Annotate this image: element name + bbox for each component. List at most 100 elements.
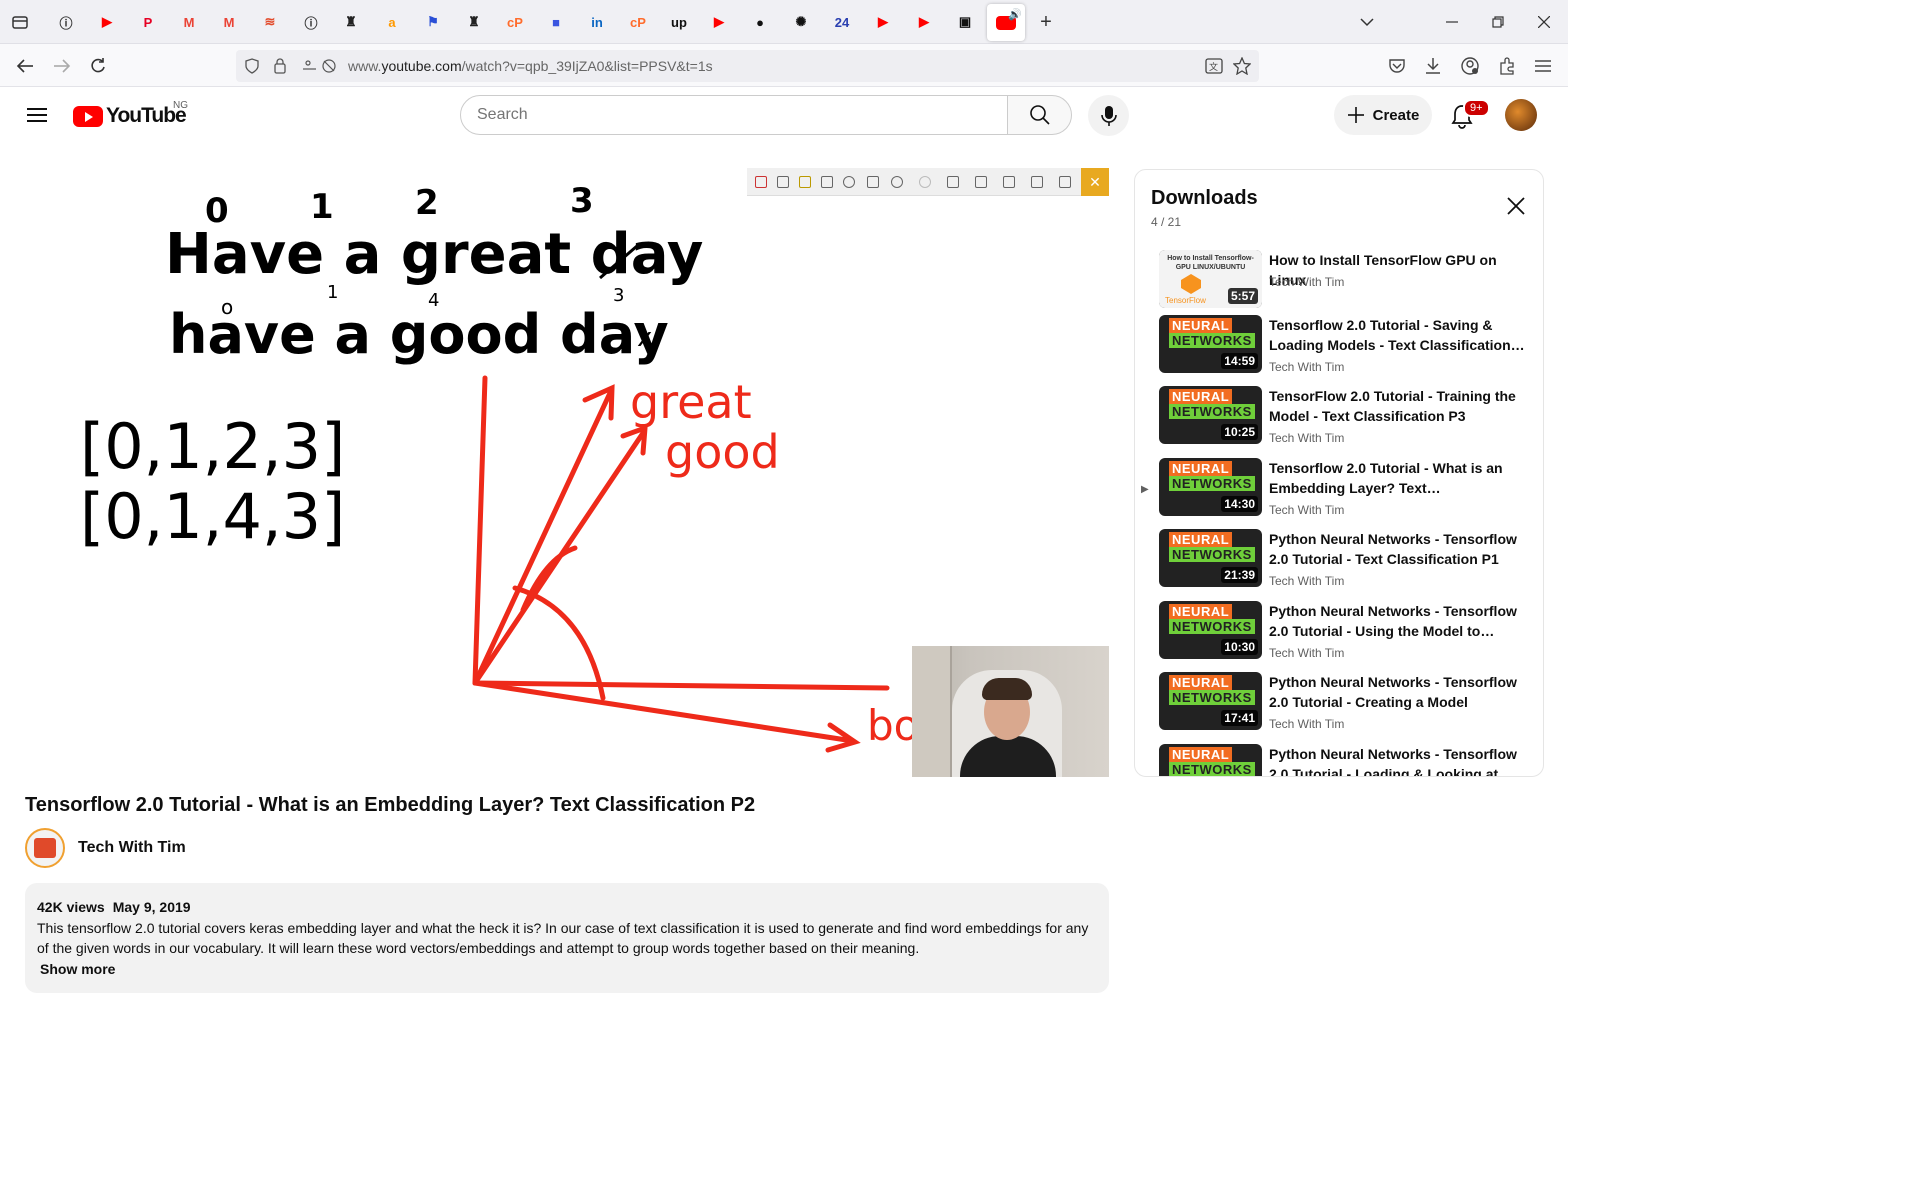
app-menu-icon[interactable] <box>1531 54 1555 78</box>
speaker-icon[interactable]: 🔊 <box>1008 8 1022 21</box>
gmail-tab-icon[interactable]: M <box>218 11 240 33</box>
minimize-icon[interactable] <box>1441 11 1463 33</box>
red-stack-tab-icon[interactable]: ≋ <box>259 11 281 33</box>
github-tab-icon[interactable]: ● <box>749 11 771 33</box>
video-thumbnail[interactable]: How to Install Tensorflow-GPU LINUX/UBUN… <box>1159 250 1262 308</box>
linkedin-tab-icon[interactable]: in <box>586 11 608 33</box>
playlist-item-channel[interactable]: Tech With Tim <box>1269 574 1344 588</box>
playlist-item-title[interactable]: Python Neural Networks - Tensorflow 2.0 … <box>1269 601 1531 641</box>
shape-icon[interactable] <box>843 176 855 188</box>
video-thumbnail[interactable]: NEURAL NETWORKS 17:41 <box>1159 672 1262 730</box>
youtube-logo[interactable]: YouTube <box>73 104 187 128</box>
playlist-item-title[interactable]: TensorFlow 2.0 Tutorial - Training the M… <box>1269 386 1531 426</box>
playlist-item-title[interactable]: Python Neural Networks - Tensorflow 2.0 … <box>1269 744 1531 776</box>
shield-tab-icon[interactable]: ♜ <box>340 11 362 33</box>
playlist-item-channel[interactable]: Tech With Tim <box>1269 360 1344 374</box>
playlist-item[interactable]: NEURAL NETWORKS 14:59 Tensorflow 2.0 Tutori… <box>1135 315 1543 381</box>
channel-avatar[interactable] <box>25 828 65 868</box>
info-tab-icon[interactable]: ⓘ <box>300 11 322 33</box>
news24-tab-icon[interactable]: 24 <box>831 11 853 33</box>
create-button[interactable]: Create <box>1334 95 1432 135</box>
close-toolbar-icon[interactable]: ✕ <box>1081 168 1109 196</box>
video-thumbnail[interactable]: NEURAL NETWORKS <box>1159 744 1262 776</box>
search-button[interactable] <box>1007 95 1072 135</box>
delete-icon[interactable] <box>975 176 987 188</box>
forward-icon[interactable] <box>50 54 74 78</box>
shield-icon[interactable] <box>244 58 260 79</box>
close-icon[interactable] <box>1505 195 1527 217</box>
pinterest-tab-icon[interactable]: P <box>137 11 159 33</box>
extensions-icon[interactable] <box>1495 54 1519 78</box>
playlist-item-title[interactable]: Tensorflow 2.0 Tutorial - Saving & Loadi… <box>1269 315 1531 355</box>
info-tab-icon[interactable]: ⓘ <box>55 11 77 33</box>
playlist-item-title[interactable]: Python Neural Networks - Tensorflow 2.0 … <box>1269 529 1531 569</box>
voice-search-button[interactable] <box>1088 95 1129 136</box>
user-avatar[interactable] <box>1505 99 1537 131</box>
playlist-item[interactable]: How to Install Tensorflow-GPU LINUX/UBUN… <box>1135 250 1543 316</box>
youtube-tab-icon[interactable]: ▶ <box>913 11 935 33</box>
blue-flag-tab-icon[interactable]: ⚑ <box>422 11 444 33</box>
video-thumbnail[interactable]: NEURAL NETWORKS 10:25 <box>1159 386 1262 444</box>
clear-icon[interactable] <box>947 176 959 188</box>
lock-icon[interactable] <box>273 57 287 79</box>
back-icon[interactable] <box>13 54 37 78</box>
copy-icon[interactable] <box>1031 176 1043 188</box>
undo-icon[interactable] <box>891 176 903 188</box>
video-thumbnail[interactable]: NEURAL NETWORKS 14:30 <box>1159 458 1262 516</box>
description-box[interactable]: 42K views May 9, 2019 This tensorflow 2.0… <box>25 883 1109 993</box>
account-icon[interactable] <box>1458 54 1482 78</box>
redo-icon[interactable] <box>919 176 931 188</box>
video-thumbnail[interactable]: NEURAL NETWORKS 14:59 <box>1159 315 1262 373</box>
upwork-tab-icon[interactable]: up <box>668 11 690 33</box>
shield-tab-icon[interactable]: ♜ <box>463 11 485 33</box>
playlist-item-title[interactable]: Python Neural Networks - Tensorflow 2.0 … <box>1269 672 1531 712</box>
playlist-title[interactable]: Downloads <box>1151 187 1258 210</box>
playlist-item[interactable]: NEURAL NETWORKS Python Neural Networks - T… <box>1135 744 1543 776</box>
playlist-item-channel[interactable]: Tech With Tim <box>1269 431 1344 445</box>
active-tab[interactable]: 🔊 <box>987 4 1025 41</box>
blue-square-tab-icon[interactable]: ■ <box>545 11 567 33</box>
playlist-item[interactable]: ▶ NEURAL NETWORKS 14:30 Tensorflow 2.0 Tutor… <box>1135 458 1543 524</box>
guide-menu-icon[interactable] <box>25 104 49 128</box>
address-bar[interactable]: www.youtube.com/watch?v=qpb_39IjZA0&list… <box>236 50 1259 82</box>
playlist-item[interactable]: NEURAL NETWORKS 10:30 Python Neural Network… <box>1135 601 1543 667</box>
select-icon[interactable] <box>867 176 879 188</box>
search-input[interactable] <box>461 96 1007 134</box>
cpanel-tab-icon[interactable]: cP <box>504 11 526 33</box>
playlist-item-channel[interactable]: Tech With Tim <box>1269 503 1344 517</box>
tab-overview-icon[interactable] <box>9 11 31 33</box>
share-icon[interactable] <box>1059 176 1071 188</box>
show-more-button[interactable]: Show more <box>40 959 115 980</box>
pocket-icon[interactable] <box>1385 54 1409 78</box>
chevron-down-icon[interactable] <box>1356 11 1378 33</box>
new-tab-icon[interactable]: + <box>1035 11 1057 33</box>
gmail-tab-icon[interactable]: M <box>178 11 200 33</box>
youtube-tab-icon[interactable]: ▶ <box>96 11 118 33</box>
reload-icon[interactable] <box>86 54 110 78</box>
channel-name[interactable]: Tech With Tim <box>78 839 186 857</box>
highlighter-icon[interactable] <box>799 176 811 188</box>
video-thumbnail[interactable]: NEURAL NETWORKS 21:39 <box>1159 529 1262 587</box>
openai-tab-icon[interactable]: ✺ <box>790 11 812 33</box>
playlist-item[interactable]: NEURAL NETWORKS 21:39 Python Neural Network… <box>1135 529 1543 595</box>
translate-icon[interactable]: 文 <box>1205 58 1223 79</box>
bookmark-star-icon[interactable] <box>1232 56 1252 80</box>
permissions-icon[interactable] <box>302 58 336 79</box>
video-player[interactable]: 0 1 2 3 Have a great day have a good day… <box>25 168 1109 777</box>
playlist-item-channel[interactable]: Tech With Tim <box>1269 646 1344 660</box>
save-icon[interactable] <box>1003 176 1015 188</box>
dark-app-tab-icon[interactable]: ▣ <box>954 11 976 33</box>
youtube-tab-icon[interactable]: ▶ <box>872 11 894 33</box>
playlist-item-channel[interactable]: Tech With Tim <box>1269 275 1344 289</box>
close-window-icon[interactable] <box>1533 11 1555 33</box>
restore-icon[interactable] <box>1487 11 1509 33</box>
cpanel-tab-icon[interactable]: cP <box>627 11 649 33</box>
url-text[interactable]: www.youtube.com/watch?v=qpb_39IjZA0&list… <box>348 58 713 74</box>
amazon-tab-icon[interactable]: a <box>381 11 403 33</box>
playlist-item-title[interactable]: Tensorflow 2.0 Tutorial - What is an Emb… <box>1269 458 1531 498</box>
youtube-tab-icon[interactable]: ▶ <box>708 11 730 33</box>
pen-black-icon[interactable] <box>777 176 789 188</box>
eraser-icon[interactable] <box>821 176 833 188</box>
video-thumbnail[interactable]: NEURAL NETWORKS 10:30 <box>1159 601 1262 659</box>
playlist-item[interactable]: NEURAL NETWORKS 10:25 TensorFlow 2.0 Tutori… <box>1135 386 1543 452</box>
